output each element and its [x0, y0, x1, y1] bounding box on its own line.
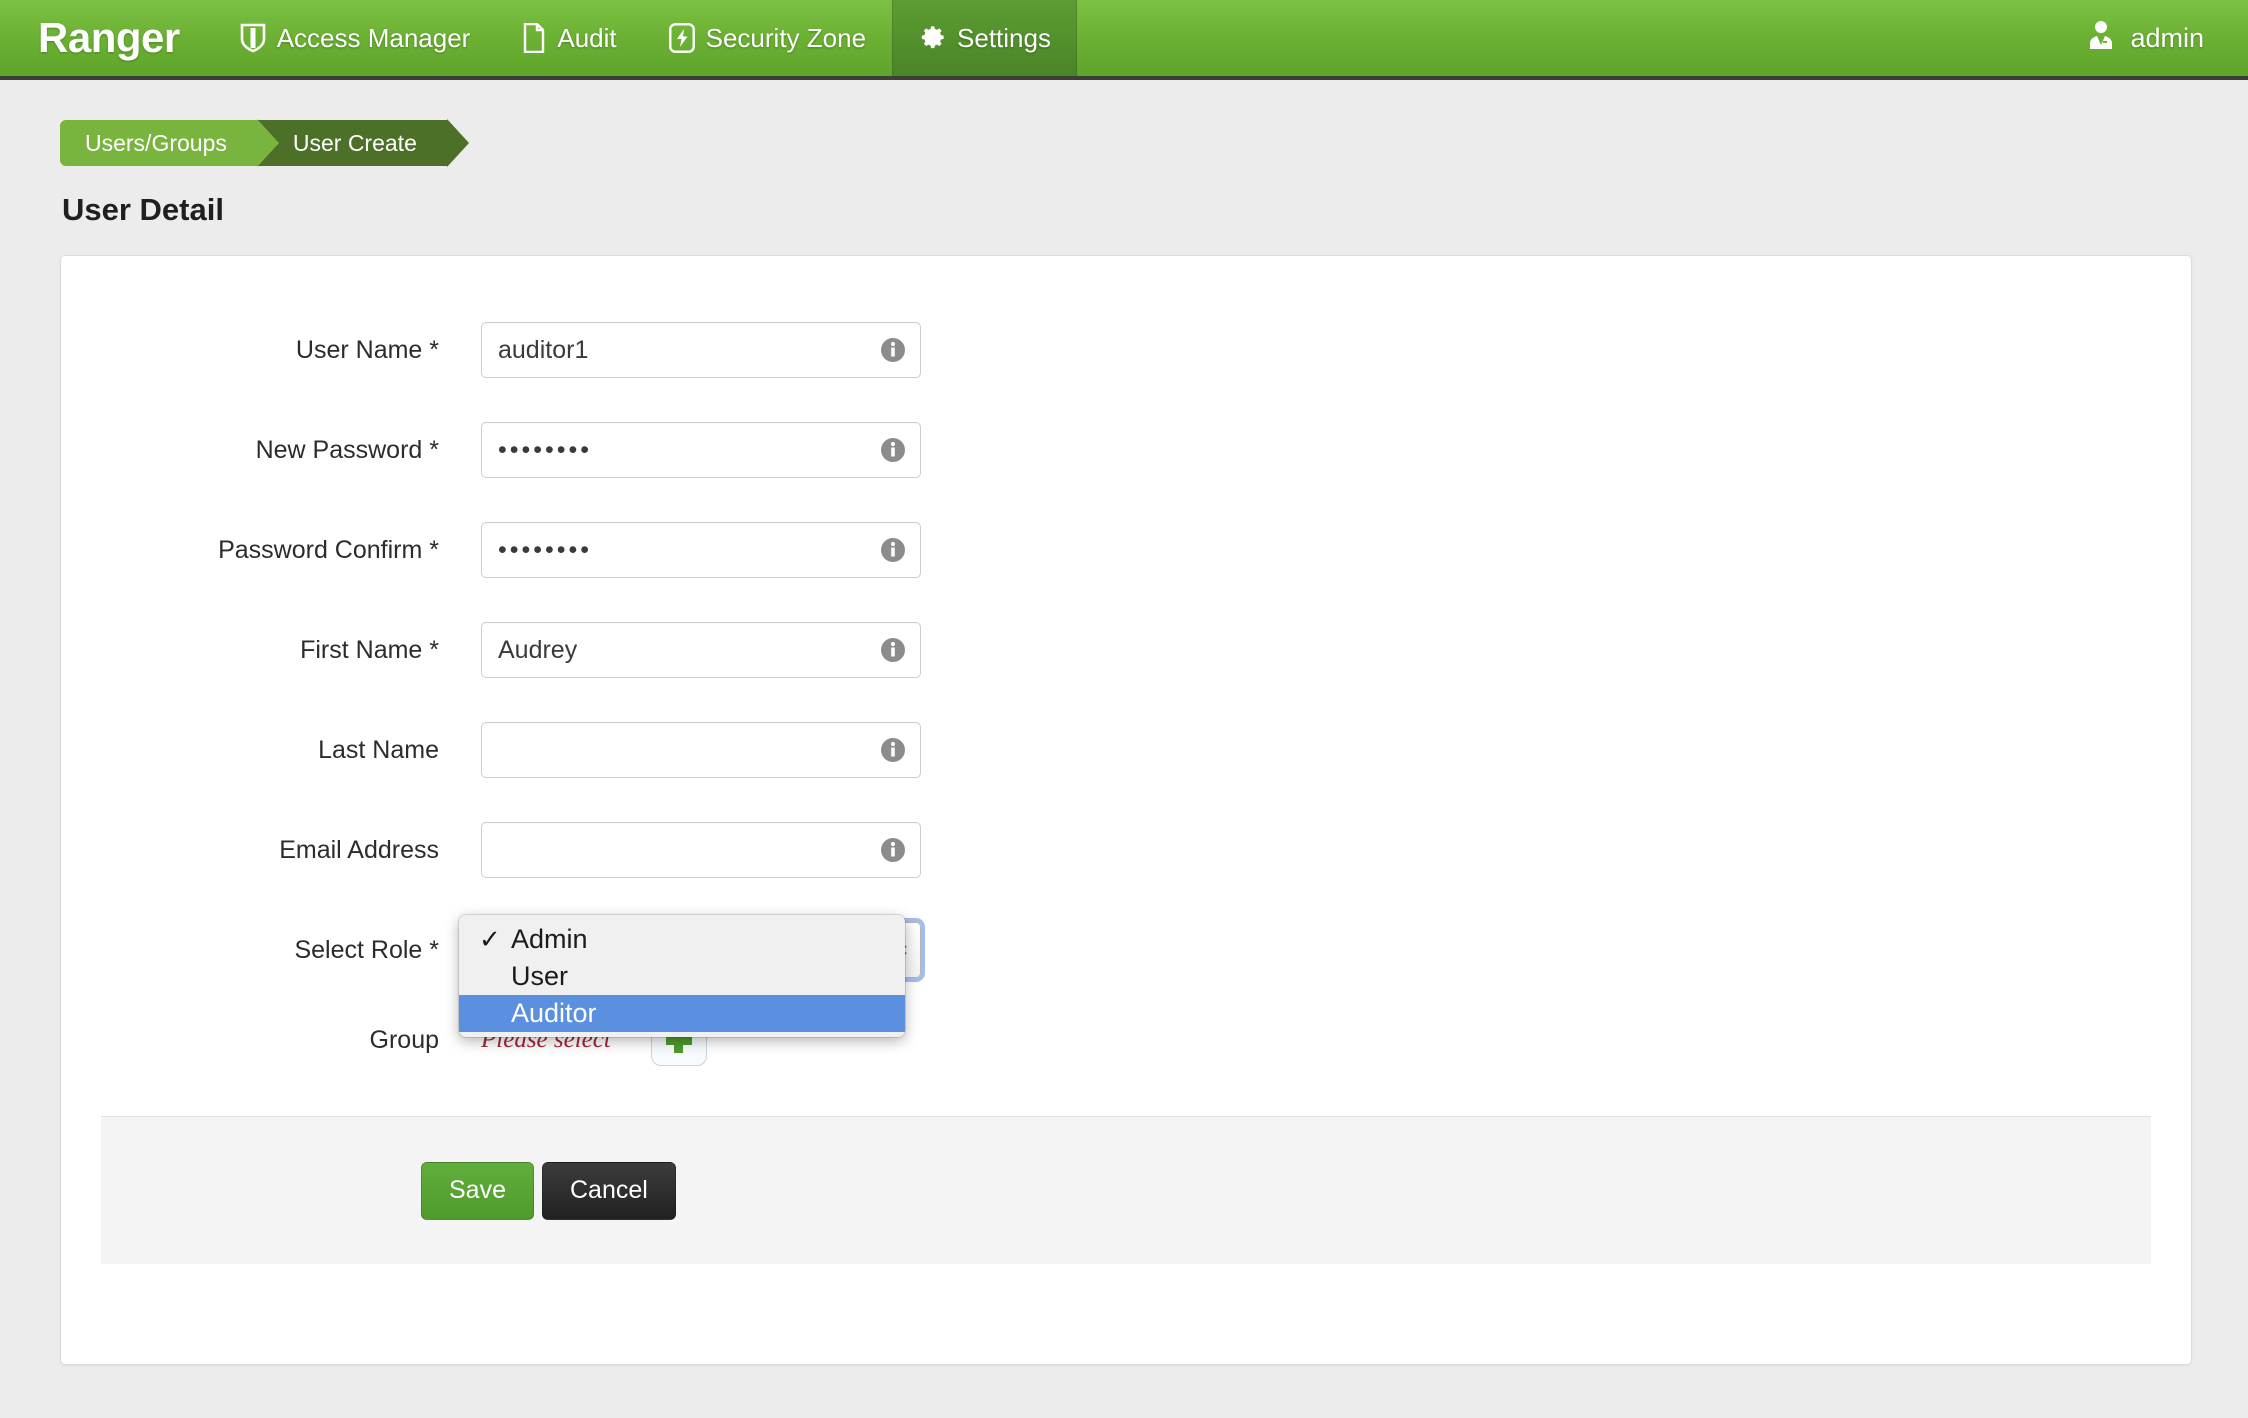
control-email-address — [481, 822, 921, 878]
breadcrumb: Users/Groups User Create — [60, 119, 2248, 167]
page-title: User Detail — [62, 192, 224, 227]
info-icon[interactable] — [880, 837, 906, 863]
user-name-input[interactable]: auditor1 — [481, 322, 921, 378]
first-name-input[interactable]: Audrey — [481, 622, 921, 678]
info-icon[interactable] — [880, 437, 906, 463]
field-row-password-confirm: Password Confirm * •••••••• — [61, 500, 2191, 600]
email-address-input[interactable] — [481, 822, 921, 878]
top-navigation-bar: Ranger Access Manager Audit Security Zon… — [0, 0, 2248, 80]
nav-label-security-zone: Security Zone — [705, 22, 867, 53]
password-confirm-value: •••••••• — [498, 535, 593, 564]
label-group: Group — [369, 1025, 439, 1054]
field-row-first-name: First Name * Audrey — [61, 600, 2191, 700]
control-password-confirm: •••••••• — [481, 522, 921, 578]
field-row-last-name: Last Name — [61, 700, 2191, 800]
label-email-address: Email Address — [279, 835, 439, 864]
gear-icon — [918, 24, 946, 52]
field-row-new-password: New Password * •••••••• — [61, 400, 2191, 500]
user-name-label: admin — [2130, 22, 2204, 53]
nav-item-audit[interactable]: Audit — [496, 0, 642, 76]
brand-logo[interactable]: Ranger — [0, 0, 214, 76]
select-role-option-user[interactable]: User — [459, 958, 905, 995]
field-row-email-address: Email Address — [61, 800, 2191, 900]
user-detail-form: User Name * auditor1 New Password * ••••… — [61, 256, 2191, 1080]
info-icon[interactable] — [880, 737, 906, 763]
breadcrumb-item-users-groups[interactable]: Users/Groups — [60, 119, 279, 167]
control-first-name: Audrey — [481, 622, 921, 678]
info-icon[interactable] — [880, 337, 906, 363]
label-first-name: First Name * — [300, 635, 439, 664]
nav-items: Access Manager Audit Security Zone Setti… — [214, 0, 1077, 76]
check-icon: ✓ — [479, 924, 501, 954]
password-confirm-input[interactable]: •••••••• — [481, 522, 921, 578]
breadcrumb-label-user-create: User Create — [292, 129, 417, 156]
save-button[interactable]: Save — [421, 1161, 534, 1220]
shield-icon — [240, 23, 266, 53]
select-role-option-admin[interactable]: ✓ Admin — [459, 921, 905, 958]
label-new-password: New Password * — [255, 435, 439, 464]
user-name-value: auditor1 — [498, 335, 589, 364]
control-new-password: •••••••• — [481, 422, 921, 478]
select-role-option-list: ✓ Admin User Auditor — [459, 915, 905, 1037]
user-avatar-icon — [2085, 19, 2117, 58]
user-menu[interactable]: admin — [2059, 0, 2248, 76]
field-row-group: Group Please select — [61, 1000, 2191, 1080]
select-role-option-auditor[interactable]: Auditor — [459, 995, 905, 1032]
new-password-input[interactable]: •••••••• — [481, 422, 921, 478]
nav-item-settings[interactable]: Settings — [892, 0, 1077, 76]
form-actions-bar: Save Cancel — [101, 1116, 2151, 1264]
first-name-value: Audrey — [498, 635, 578, 664]
label-select-role: Select Role * — [294, 935, 439, 964]
nav-label-access-manager: Access Manager — [276, 22, 471, 53]
select-role-option-label: Auditor — [511, 998, 597, 1028]
info-icon[interactable] — [880, 537, 906, 563]
select-role-option-label: Admin — [511, 924, 588, 954]
nav-label-audit: Audit — [557, 22, 617, 53]
user-detail-card: User Name * auditor1 New Password * ••••… — [60, 255, 2192, 1365]
breadcrumb-label-users-groups: Users/Groups — [85, 129, 227, 156]
label-user-name: User Name * — [295, 335, 439, 364]
label-password-confirm: Password Confirm * — [218, 535, 439, 564]
control-select-role: ✓ Admin User Auditor — [459, 915, 921, 1037]
nav-label-settings: Settings — [957, 22, 1051, 53]
cancel-button[interactable]: Cancel — [541, 1161, 676, 1220]
control-last-name — [481, 722, 921, 778]
breadcrumb-item-user-create[interactable]: User Create — [252, 119, 469, 167]
info-icon[interactable] — [880, 637, 906, 663]
nav-item-security-zone[interactable]: Security Zone — [643, 0, 892, 76]
bolt-icon — [668, 23, 695, 53]
field-row-select-role: Select Role * ✓ Admin User Auditor — [61, 900, 2191, 1037]
new-password-value: •••••••• — [498, 435, 593, 464]
control-user-name: auditor1 — [481, 322, 921, 378]
file-icon — [522, 23, 546, 53]
field-row-user-name: User Name * auditor1 — [61, 300, 2191, 400]
nav-item-access-manager[interactable]: Access Manager — [214, 0, 497, 76]
label-last-name: Last Name — [318, 735, 439, 764]
select-role-option-label: User — [511, 961, 569, 991]
last-name-input[interactable] — [481, 722, 921, 778]
